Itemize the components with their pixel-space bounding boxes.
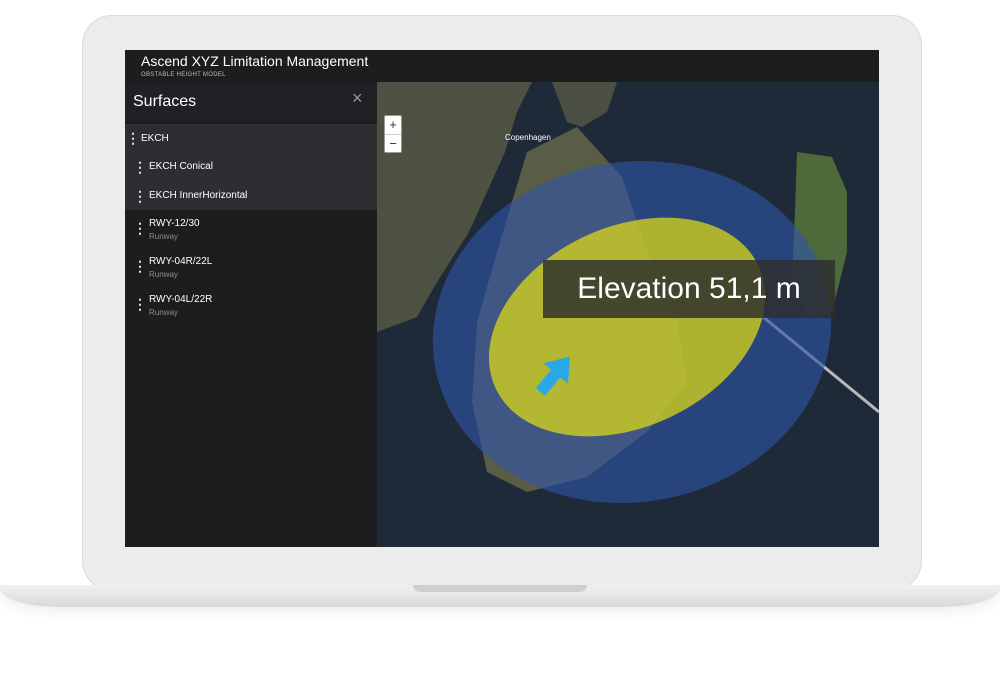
sidebar-item-label: EKCH Conical [149,161,213,172]
sidebar-item-label: RWY-12/30 [149,218,200,229]
more-vertical-icon[interactable]: ⋮ [133,160,147,174]
sidebar-item-label: RWY-04L/22R [149,294,213,305]
sidebar-item-label: EKCH [141,133,169,144]
sidebar-item-type: Runway [149,232,178,241]
surfaces-sidebar: Surfaces × ⋮ EKCH ⋮ EKCH Conical ⋮ EKCH … [125,82,377,547]
close-icon[interactable]: × [352,88,363,109]
more-vertical-icon[interactable]: ⋮ [133,221,147,235]
more-vertical-icon[interactable]: ⋮ [133,189,147,203]
sidebar-item-type: Runway [149,308,178,317]
app-header: Ascend XYZ Limitation Management OBSTABL… [125,50,879,82]
sidebar-item-ekch[interactable]: ⋮ EKCH [125,124,377,152]
zoom-out-button[interactable]: − [385,135,401,153]
sidebar-header: Surfaces × [125,82,377,122]
zoom-in-button[interactable]: + [385,116,401,135]
app-title: Ascend XYZ Limitation Management [141,53,369,69]
sidebar-item-rwy-12-30[interactable]: ⋮ RWY-12/30 Runway [125,213,377,247]
sidebar-title: Surfaces [133,93,197,110]
laptop-notch [413,585,587,592]
sidebar-item-rwy-04l-22r[interactable]: ⋮ RWY-04L/22R Runway [125,289,377,323]
place-label-copenhagen: Copenhagen [505,133,551,142]
more-vertical-icon[interactable]: ⋮ [133,297,147,311]
sidebar-item-label: EKCH InnerHorizontal [149,190,248,201]
sidebar-item-label: RWY-04R/22L [149,256,213,267]
sidebar-item-ekch-innerhorizontal[interactable]: ⋮ EKCH InnerHorizontal [125,181,377,210]
zoom-control: + − [384,115,402,153]
laptop-screen: Ascend XYZ Limitation Management OBSTABL… [125,50,879,547]
sidebar-item-rwy-04r-22l[interactable]: ⋮ RWY-04R/22L Runway [125,251,377,285]
more-vertical-icon[interactable]: ⋮ [126,131,140,145]
app-subtitle: OBSTABLE HEIGHT MODEL [141,72,226,78]
sidebar-item-ekch-conical[interactable]: ⋮ EKCH Conical [125,152,377,181]
sidebar-item-type: Runway [149,270,178,279]
elevation-tooltip: Elevation 51,1 m [543,260,835,318]
map-view[interactable]: Copenhagen + − Elevation 51,1 m [377,82,879,547]
more-vertical-icon[interactable]: ⋮ [133,259,147,273]
